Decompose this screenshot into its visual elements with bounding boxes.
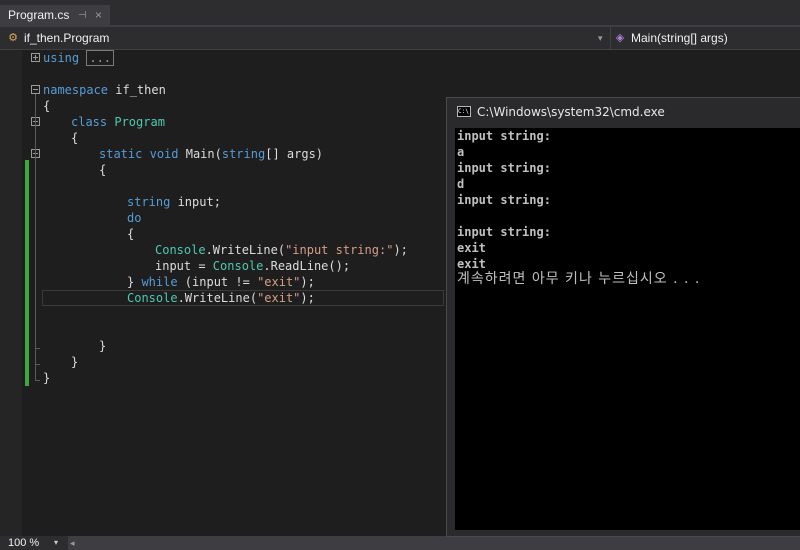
keyword: do	[127, 211, 142, 225]
editor-status-bar: 100 % ▾ ◂	[0, 536, 800, 550]
keyword: static	[99, 147, 143, 161]
method-call: .WriteLine(	[205, 243, 286, 257]
class-icon: ⚙	[8, 32, 18, 44]
console-line: input string:	[457, 161, 551, 175]
indicator-margin	[0, 50, 22, 536]
assignment: input =	[155, 259, 213, 273]
tab-title: Program.cs	[8, 8, 70, 22]
code-line-brace: {	[71, 131, 79, 145]
class-selector-label: if_then.Program	[24, 31, 110, 45]
keyword: using	[43, 51, 80, 65]
keyword: namespace	[43, 83, 109, 97]
code-line-brace: {	[43, 99, 51, 113]
fold-guide-end	[35, 380, 40, 381]
method-call: .ReadLine();	[263, 259, 351, 273]
member-selector-label: Main(string[] args)	[631, 31, 728, 45]
code-line-main: static void Main(string[] args)	[99, 146, 323, 162]
method-icon: ◈	[615, 32, 625, 44]
keyword: string	[221, 147, 266, 161]
parameters: [] args)	[265, 147, 324, 161]
fold-guide-end	[35, 348, 40, 349]
expand-icon[interactable]	[31, 53, 40, 62]
fold-guide	[35, 94, 36, 380]
console-line: exit	[457, 257, 486, 271]
navigation-bar: ⚙ if_then.Program ▾ ◈ Main(string[] args…	[0, 27, 800, 50]
type-name: Console	[212, 259, 264, 273]
zoom-level: 100 %	[8, 537, 40, 549]
code-line-brace: }	[71, 355, 79, 369]
keyword: while	[141, 275, 178, 289]
tab-strip: Program.cs ⊣ ×	[0, 0, 800, 27]
console-line: input string:	[457, 193, 551, 207]
scroll-left-icon[interactable]: ◂	[70, 536, 75, 550]
collapse-icon[interactable]	[31, 85, 40, 94]
code-line-class: class Program	[71, 114, 165, 130]
method-call: .WriteLine(	[177, 291, 258, 305]
console-app-icon: C:\	[457, 106, 471, 117]
code-line-brace: }	[99, 339, 107, 353]
code-line-declaration: string input;	[127, 194, 221, 210]
string-literal: "exit"	[257, 291, 301, 305]
member-selector-dropdown[interactable]: ◈ Main(string[] args)	[610, 27, 800, 49]
keyword: void	[149, 147, 179, 161]
console-titlebar[interactable]: C:\ C:\Windows\system32\cmd.exe	[447, 98, 800, 126]
condition: (input !=	[177, 275, 258, 289]
chevron-down-icon: ▾	[54, 538, 59, 547]
tab-program-cs[interactable]: Program.cs ⊣ ×	[0, 5, 110, 26]
console-title: C:\Windows\system32\cmd.exe	[477, 105, 665, 119]
fold-guide-end	[35, 364, 40, 365]
namespace-name: if_then	[108, 83, 166, 97]
string-literal: "exit"	[257, 275, 301, 289]
code-line-using: using ...	[43, 50, 115, 66]
console-line: input string:	[457, 225, 551, 239]
code-line-writeline: Console.WriteLine("input string:");	[155, 242, 408, 258]
close-brace: }	[127, 275, 142, 289]
console-output[interactable]: input string: a input string: d input st…	[455, 128, 800, 530]
keyword: class	[71, 115, 108, 129]
variable-name: input;	[170, 195, 221, 209]
console-line: input string:	[457, 129, 551, 143]
console-line: a	[457, 145, 465, 159]
code-line-brace: }	[43, 371, 51, 385]
chevron-down-icon: ▾	[598, 33, 603, 43]
keyword: string	[127, 195, 171, 209]
change-tracking-bar	[25, 160, 29, 386]
code-line-brace: {	[127, 227, 135, 241]
type-name: Console	[127, 291, 178, 305]
code-line-namespace: namespace if_then	[43, 82, 166, 98]
condition-end: );	[300, 275, 315, 289]
code-line-brace: {	[99, 163, 107, 177]
code-line-do: do	[127, 210, 141, 226]
call-end: );	[300, 291, 315, 305]
code-line-readline: input = Console.ReadLine();	[155, 258, 350, 274]
console-line: d	[457, 177, 465, 191]
string-literal: "input string:"	[285, 243, 394, 257]
horizontal-scrollbar[interactable]: ◂	[68, 536, 800, 550]
class-name: Program	[114, 115, 165, 129]
zoom-dropdown[interactable]: 100 % ▾	[0, 536, 66, 550]
pin-icon[interactable]: ⊣	[78, 5, 87, 26]
call-end: );	[393, 243, 408, 257]
method-name: Main(	[178, 147, 222, 161]
type-name: Console	[155, 243, 206, 257]
console-line: exit	[457, 241, 486, 255]
console-line-prompt: 계속하려면 아무 키나 누르십시오 . . .	[457, 271, 701, 287]
close-icon[interactable]: ×	[95, 5, 102, 26]
code-line-writeline-exit: Console.WriteLine("exit");	[127, 290, 315, 306]
collapsed-region[interactable]: ...	[86, 50, 115, 66]
console-window[interactable]: C:\ C:\Windows\system32\cmd.exe input st…	[446, 97, 800, 537]
class-selector-dropdown[interactable]: ⚙ if_then.Program ▾	[0, 27, 608, 49]
code-line-while: } while (input != "exit");	[127, 274, 315, 290]
